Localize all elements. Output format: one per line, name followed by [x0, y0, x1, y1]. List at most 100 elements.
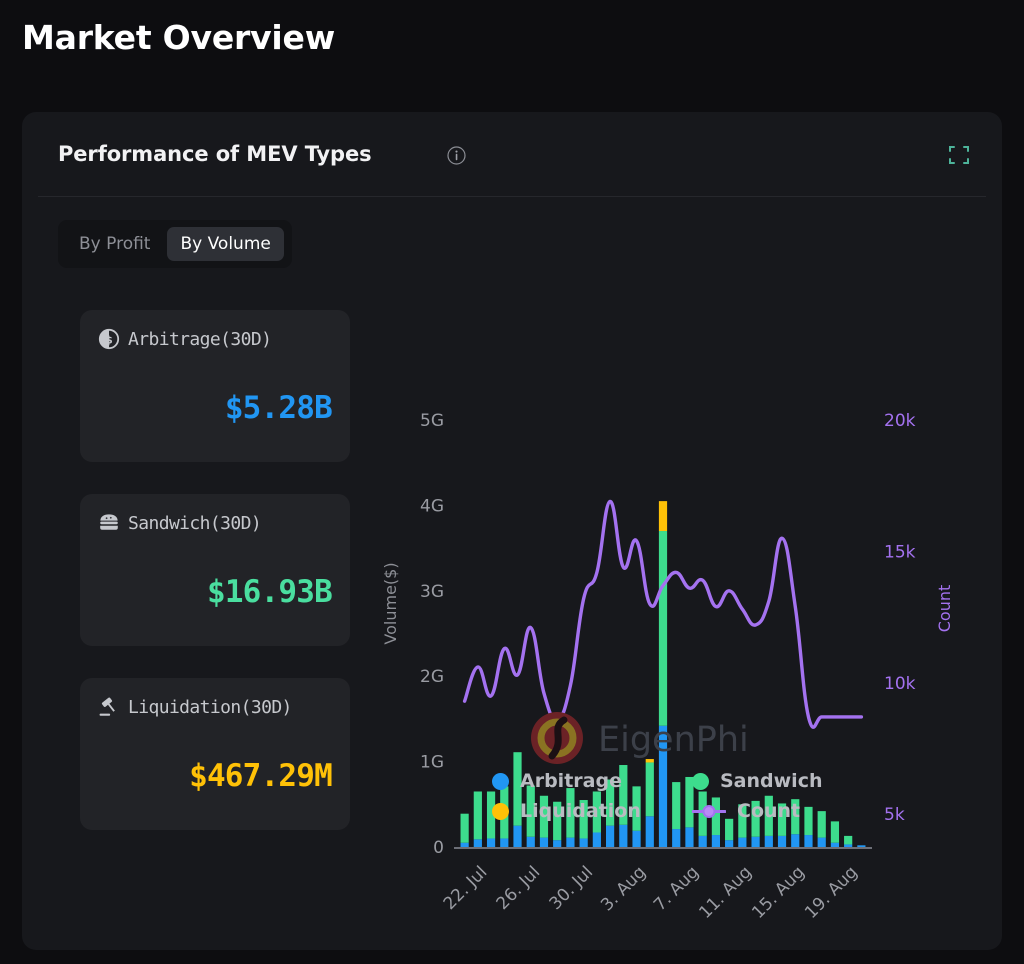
bar-segment[interactable] — [540, 838, 548, 847]
bar-segment[interactable] — [500, 838, 508, 847]
legend-item-arbitrage[interactable]: Arbitrage — [492, 770, 682, 792]
bar-segment[interactable] — [725, 840, 733, 847]
y2-axis-tick: 10k — [884, 674, 916, 694]
x-axis-tick: 7. Aug — [650, 862, 703, 915]
bar-segment[interactable] — [778, 836, 786, 847]
bar-segment[interactable] — [461, 814, 469, 843]
bar-segment[interactable] — [659, 531, 667, 726]
legend-label-arbitrage: Arbitrage — [520, 770, 622, 792]
bar-segment[interactable] — [844, 836, 852, 845]
stat-value-liquidation: $467.29M — [189, 758, 332, 794]
stat-head-sandwich: Sandwich(30D) — [98, 512, 332, 534]
stat-value-arbitrage: $5.28B — [225, 390, 332, 426]
chart-legend: Arbitrage Sandwich Liquidation — [492, 770, 882, 822]
legend-dot-liquidation — [492, 803, 509, 820]
bar-segment[interactable] — [844, 844, 852, 847]
bar-segment[interactable] — [646, 759, 654, 762]
bar-segment[interactable] — [818, 838, 826, 847]
toggle-by-volume[interactable]: By Volume — [167, 227, 283, 261]
y-axis-tick: 2G — [420, 667, 444, 687]
y-axis-title: Volume($) — [381, 562, 400, 644]
bar-segment[interactable] — [632, 831, 640, 847]
mev-performance-chart[interactable]: 0 1G 2G 3G 4G 5G Volume($) 5k 10k 15k 20k Count 22. … — [362, 302, 992, 942]
x-axis-tick: 11. Aug — [695, 862, 756, 923]
bar-segment[interactable] — [527, 837, 535, 847]
bar-segment[interactable] — [461, 843, 469, 847]
gavel-icon — [98, 696, 120, 718]
market-overview-page: Market Overview Performance of MEV Types — [0, 0, 1024, 964]
stat-card-sandwich[interactable]: Sandwich(30D) $16.93B — [80, 494, 350, 646]
stat-label-liquidation: Liquidation(30D) — [128, 697, 292, 718]
legend-item-sandwich[interactable]: Sandwich — [692, 770, 882, 792]
y-axis-tick: 3G — [420, 582, 444, 602]
stats-column: $ Arbitrage(30D) $5.28B — [80, 310, 350, 862]
y2-axis-tick: 15k — [884, 542, 916, 562]
bar-segment[interactable] — [513, 826, 521, 847]
bar-segment[interactable] — [553, 840, 561, 847]
sandwich-icon — [98, 512, 120, 534]
y-axis-tick: 5G — [420, 411, 444, 431]
legend-label-count: Count — [737, 800, 800, 822]
card-title: Performance of MEV Types — [58, 142, 372, 166]
view-mode-toggle: By Profit By Volume — [58, 220, 292, 268]
stat-head-arbitrage: $ Arbitrage(30D) — [98, 328, 332, 350]
legend-label-sandwich: Sandwich — [720, 770, 823, 792]
stat-label-sandwich: Sandwich(30D) — [128, 513, 261, 534]
svg-text:$: $ — [105, 333, 113, 346]
legend-item-liquidation[interactable]: Liquidation — [492, 800, 682, 822]
bar-segment[interactable] — [804, 835, 812, 847]
bar-segment[interactable] — [751, 837, 759, 847]
bar-segment[interactable] — [606, 826, 614, 847]
bar-segment[interactable] — [765, 836, 773, 847]
bar-segment[interactable] — [619, 825, 627, 847]
legend-dot-sandwich — [692, 773, 709, 790]
stat-card-liquidation[interactable]: Liquidation(30D) $467.29M — [80, 678, 350, 830]
bar-segment[interactable] — [725, 819, 733, 840]
bar-segment[interactable] — [487, 838, 495, 847]
bar-segment[interactable] — [566, 838, 574, 847]
stat-label-arbitrage: Arbitrage(30D) — [128, 329, 271, 350]
bar-segment[interactable] — [685, 827, 693, 847]
y-axis-tick: 1G — [420, 753, 444, 773]
x-axis-tick: 22. Jul — [440, 862, 492, 914]
bar-segment[interactable] — [474, 839, 482, 847]
x-axis-tick: 30. Jul — [546, 862, 598, 914]
x-axis-tick: 26. Jul — [493, 862, 545, 914]
toggle-by-profit[interactable]: By Profit — [66, 227, 163, 261]
x-axis-tick: 19. Aug — [801, 862, 862, 923]
bar-segment[interactable] — [831, 821, 839, 842]
bar-segment[interactable] — [791, 834, 799, 847]
bar-segment[interactable] — [699, 836, 707, 847]
card-header: Performance of MEV Types — [22, 112, 1002, 196]
legend-item-count[interactable]: Count — [692, 800, 882, 822]
x-axis-tick: 3. Aug — [597, 862, 650, 915]
y2-axis-tick: 20k — [884, 411, 916, 431]
y-axis-tick: 4G — [420, 496, 444, 516]
y2-axis-tick: 5k — [884, 805, 905, 825]
y2-axis-title: Count — [935, 585, 954, 633]
stat-card-arbitrage[interactable]: $ Arbitrage(30D) $5.28B — [80, 310, 350, 462]
bar-segment[interactable] — [593, 832, 601, 847]
info-icon[interactable] — [447, 146, 466, 165]
dollar-coin-icon: $ — [98, 328, 120, 350]
bar-segment[interactable] — [857, 845, 865, 847]
bar-segment[interactable] — [738, 838, 746, 847]
stat-head-liquidation: Liquidation(30D) — [98, 696, 332, 718]
bar-segment[interactable] — [474, 791, 482, 839]
stat-value-sandwich: $16.93B — [207, 574, 332, 610]
card-divider — [38, 196, 986, 197]
legend-line-count — [692, 803, 726, 820]
chart-svg: 0 1G 2G 3G 4G 5G Volume($) 5k 10k 15k 20k Count 22. … — [362, 302, 992, 942]
bar-segment[interactable] — [672, 829, 680, 847]
legend-dot-arbitrage — [492, 773, 509, 790]
bar-segment[interactable] — [712, 835, 720, 847]
legend-label-liquidation: Liquidation — [520, 800, 641, 822]
performance-card: Performance of MEV Types — [22, 112, 1002, 950]
page-title: Market Overview — [22, 18, 335, 57]
x-axis-tick: 15. Aug — [748, 862, 809, 923]
bar-segment[interactable] — [831, 843, 839, 847]
bar-segment[interactable] — [659, 501, 667, 531]
fullscreen-expand-icon[interactable] — [948, 144, 970, 166]
bar-segment[interactable] — [580, 838, 588, 847]
y-axis-tick: 0 — [433, 838, 444, 858]
